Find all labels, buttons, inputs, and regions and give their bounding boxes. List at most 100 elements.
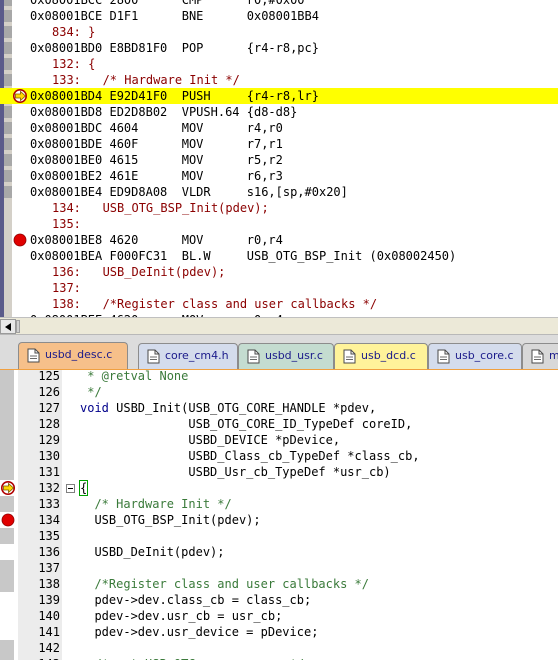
- coverage-marker: [4, 154, 12, 166]
- disassembly-text: 834: }: [52, 25, 96, 39]
- editor-tab-bar: usbd_desc.c core_cm4.h usbd_usr.c usb_dcd.c…: [0, 334, 558, 370]
- disassembly-instruction-line[interactable]: 0x08001BCE D1F1 BNE 0x08001BB4: [0, 8, 558, 24]
- code-line[interactable]: 136 USBD_DeInit(pdev);: [0, 544, 558, 560]
- code-line[interactable]: 128 USB_OTG_CORE_ID_TypeDef coreID,: [0, 416, 558, 432]
- code-line[interactable]: 125 * @retval None: [0, 370, 558, 384]
- line-number: 141: [38, 625, 60, 639]
- line-number: 134: [38, 513, 60, 527]
- disassembly-text: 136: USB_DeInit(pdev);: [52, 265, 226, 279]
- scroll-thumb[interactable]: [16, 320, 20, 333]
- disassembly-instruction-line[interactable]: 0x08001BDE 460F MOV r7,r1: [0, 136, 558, 152]
- code-line[interactable]: 127 void USBD_Init(USB_OTG_CORE_HANDLE *p…: [0, 400, 558, 416]
- disassembly-source-line[interactable]: 834: }: [0, 24, 558, 40]
- change-marker: [0, 576, 14, 592]
- change-marker: [0, 528, 14, 544]
- code-text: USB_OTG_CORE_ID_TypeDef coreID,: [80, 417, 413, 431]
- code-text: pdev->dev.class_cb = class_cb;: [80, 593, 312, 607]
- code-text: USBD_Usr_cb_TypeDef *usr_cb): [80, 465, 391, 479]
- coverage-marker: [4, 186, 12, 198]
- coverage-marker: [4, 122, 12, 134]
- disassembly-instruction-line[interactable]: 0x08001BCC 2800 CMP r0,#0x00: [0, 0, 558, 8]
- disassembly-source-line[interactable]: 137:: [0, 280, 558, 296]
- disassembly-text: 133: /* Hardware Init */: [52, 73, 240, 87]
- file-icon: [343, 349, 356, 364]
- code-line[interactable]: 138 /*Register class and user callbacks …: [0, 576, 558, 592]
- change-marker: [0, 448, 14, 464]
- change-marker: [0, 416, 14, 432]
- tab-usbd_desc-c[interactable]: usbd_desc.c: [18, 342, 128, 369]
- tab-label: usbd_desc.c: [45, 348, 113, 361]
- change-marker: [0, 384, 14, 400]
- disassembly-text: 0x08001BCE D1F1 BNE 0x08001BB4: [30, 9, 319, 23]
- file-icon: [27, 348, 40, 363]
- breakpoint-icon[interactable]: [1, 513, 17, 527]
- disassembly-text: 0x08001BD8 ED2D8B02 VPUSH.64 {d8-d8}: [30, 105, 298, 119]
- code-line[interactable]: 133 /* Hardware Init */: [0, 496, 558, 512]
- current-line-arrow-icon[interactable]: [1, 481, 17, 495]
- tab-core_cm4-h[interactable]: core_cm4.h: [138, 343, 238, 369]
- tab-usbd_usr-c[interactable]: usbd_usr.c: [238, 343, 334, 369]
- disassembly-instruction-line[interactable]: 0x08001BE2 461E MOV r6,r3: [0, 168, 558, 184]
- disassembly-text: 0x08001BCC 2800 CMP r0,#0x00: [30, 0, 305, 7]
- tab-usb_core-c[interactable]: usb_core.c: [428, 343, 522, 369]
- disassembly-instruction-line[interactable]: 0x08001BE8 4620 MOV r0,r4: [0, 232, 558, 248]
- line-number: 127: [38, 401, 60, 415]
- code-line[interactable]: 130 USBD_Class_cb_TypeDef *class_cb,: [0, 448, 558, 464]
- code-line[interactable]: 137: [0, 560, 558, 576]
- disassembly-instruction-line[interactable]: 0x08001BE0 4615 MOV r5,r2: [0, 152, 558, 168]
- coverage-marker: [4, 10, 12, 22]
- disassembly-instruction-line[interactable]: 0x08001BD0 E8BD81F0 POP {r4-r8,pc}: [0, 40, 558, 56]
- scroll-left-button[interactable]: [0, 319, 16, 334]
- code-line[interactable]: 135: [0, 528, 558, 544]
- disassembly-source-line[interactable]: 132: {: [0, 56, 558, 72]
- file-icon: [147, 349, 160, 364]
- source-editor[interactable]: 125 * @retval None 126 */127 void USBD_Ini…: [0, 370, 558, 660]
- tab-label: usb_dcd.c: [361, 349, 416, 362]
- disassembly-window[interactable]: 0x08001BCC 2800 CMP r0,#0x00 0x08001BCE D…: [0, 0, 558, 317]
- collapse-icon[interactable]: [66, 484, 75, 493]
- disassembly-source-line[interactable]: 136: USB_DeInit(pdev);: [0, 264, 558, 280]
- tab-usb_dcd-c[interactable]: usb_dcd.c: [334, 343, 428, 369]
- disassembly-text: 0x08001BD4 E92D41F0 PUSH {r4-r8,lr}: [30, 89, 319, 103]
- code-text: {: [78, 480, 89, 496]
- line-number: 130: [38, 449, 60, 463]
- line-number: 132: [38, 481, 60, 495]
- disassembly-text: 0x08001BD0 E8BD81F0 POP {r4-r8,pc}: [30, 41, 319, 55]
- code-line[interactable]: 126 */: [0, 384, 558, 400]
- line-number: 131: [38, 465, 60, 479]
- disassembly-instruction-line[interactable]: 0x08001BD8 ED2D8B02 VPUSH.64 {d8-d8}: [0, 104, 558, 120]
- tab-m[interactable]: m: [522, 343, 558, 369]
- change-marker: [0, 560, 14, 576]
- code-line[interactable]: 139 pdev->dev.class_cb = class_cb;: [0, 592, 558, 608]
- code-line[interactable]: 142: [0, 640, 558, 656]
- disassembly-source-line[interactable]: 134: USB_OTG_BSP_Init(pdev);: [0, 200, 558, 216]
- current-pc-arrow-icon[interactable]: [13, 89, 28, 103]
- change-marker: [0, 400, 14, 416]
- disassembly-instruction-line[interactable]: 0x08001BEA F000FC31 BL.W USB_OTG_BSP_Ini…: [0, 248, 558, 264]
- disassembly-horizontal-scrollbar[interactable]: [0, 317, 558, 334]
- code-line[interactable]: 134 USB_OTG_BSP_Init(pdev);: [0, 512, 558, 528]
- code-text: /* set USB OTG core params */: [80, 656, 304, 660]
- code-line[interactable]: 143 /* set USB OTG core params */: [0, 656, 558, 660]
- disassembly-text: 0x08001BE8 4620 MOV r0,r4: [30, 233, 283, 247]
- disassembly-instruction-line[interactable]: 0x08001BDC 4604 MOV r4,r0: [0, 120, 558, 136]
- code-text: /* Hardware Init */: [80, 497, 232, 511]
- breakpoint-icon[interactable]: [13, 233, 28, 247]
- line-number: 135: [38, 529, 60, 543]
- file-icon: [437, 349, 450, 364]
- disassembly-instruction-line[interactable]: 0x08001BD4 E92D41F0 PUSH {r4-r8,lr}: [0, 88, 558, 104]
- line-number: 126: [38, 385, 60, 399]
- line-number: 125: [38, 370, 60, 383]
- line-number: 129: [38, 433, 60, 447]
- code-line[interactable]: 129 USBD_DEVICE *pDevice,: [0, 432, 558, 448]
- disassembly-source-line[interactable]: 135:: [0, 216, 558, 232]
- code-line[interactable]: 132 {: [0, 480, 558, 496]
- disassembly-source-line[interactable]: 138: /*Register class and user callbacks…: [0, 296, 558, 312]
- code-line[interactable]: 140 pdev->dev.usr_cb = usr_cb;: [0, 608, 558, 624]
- disassembly-instruction-line[interactable]: 0x08001BE4 ED9D8A08 VLDR s16,[sp,#0x20]: [0, 184, 558, 200]
- file-icon: [531, 349, 544, 364]
- code-line[interactable]: 141 pdev->dev.usr_device = pDevice;: [0, 624, 558, 640]
- disassembly-text: 134: USB_OTG_BSP_Init(pdev);: [52, 201, 269, 215]
- disassembly-source-line[interactable]: 133: /* Hardware Init */: [0, 72, 558, 88]
- code-line[interactable]: 131 USBD_Usr_cb_TypeDef *usr_cb): [0, 464, 558, 480]
